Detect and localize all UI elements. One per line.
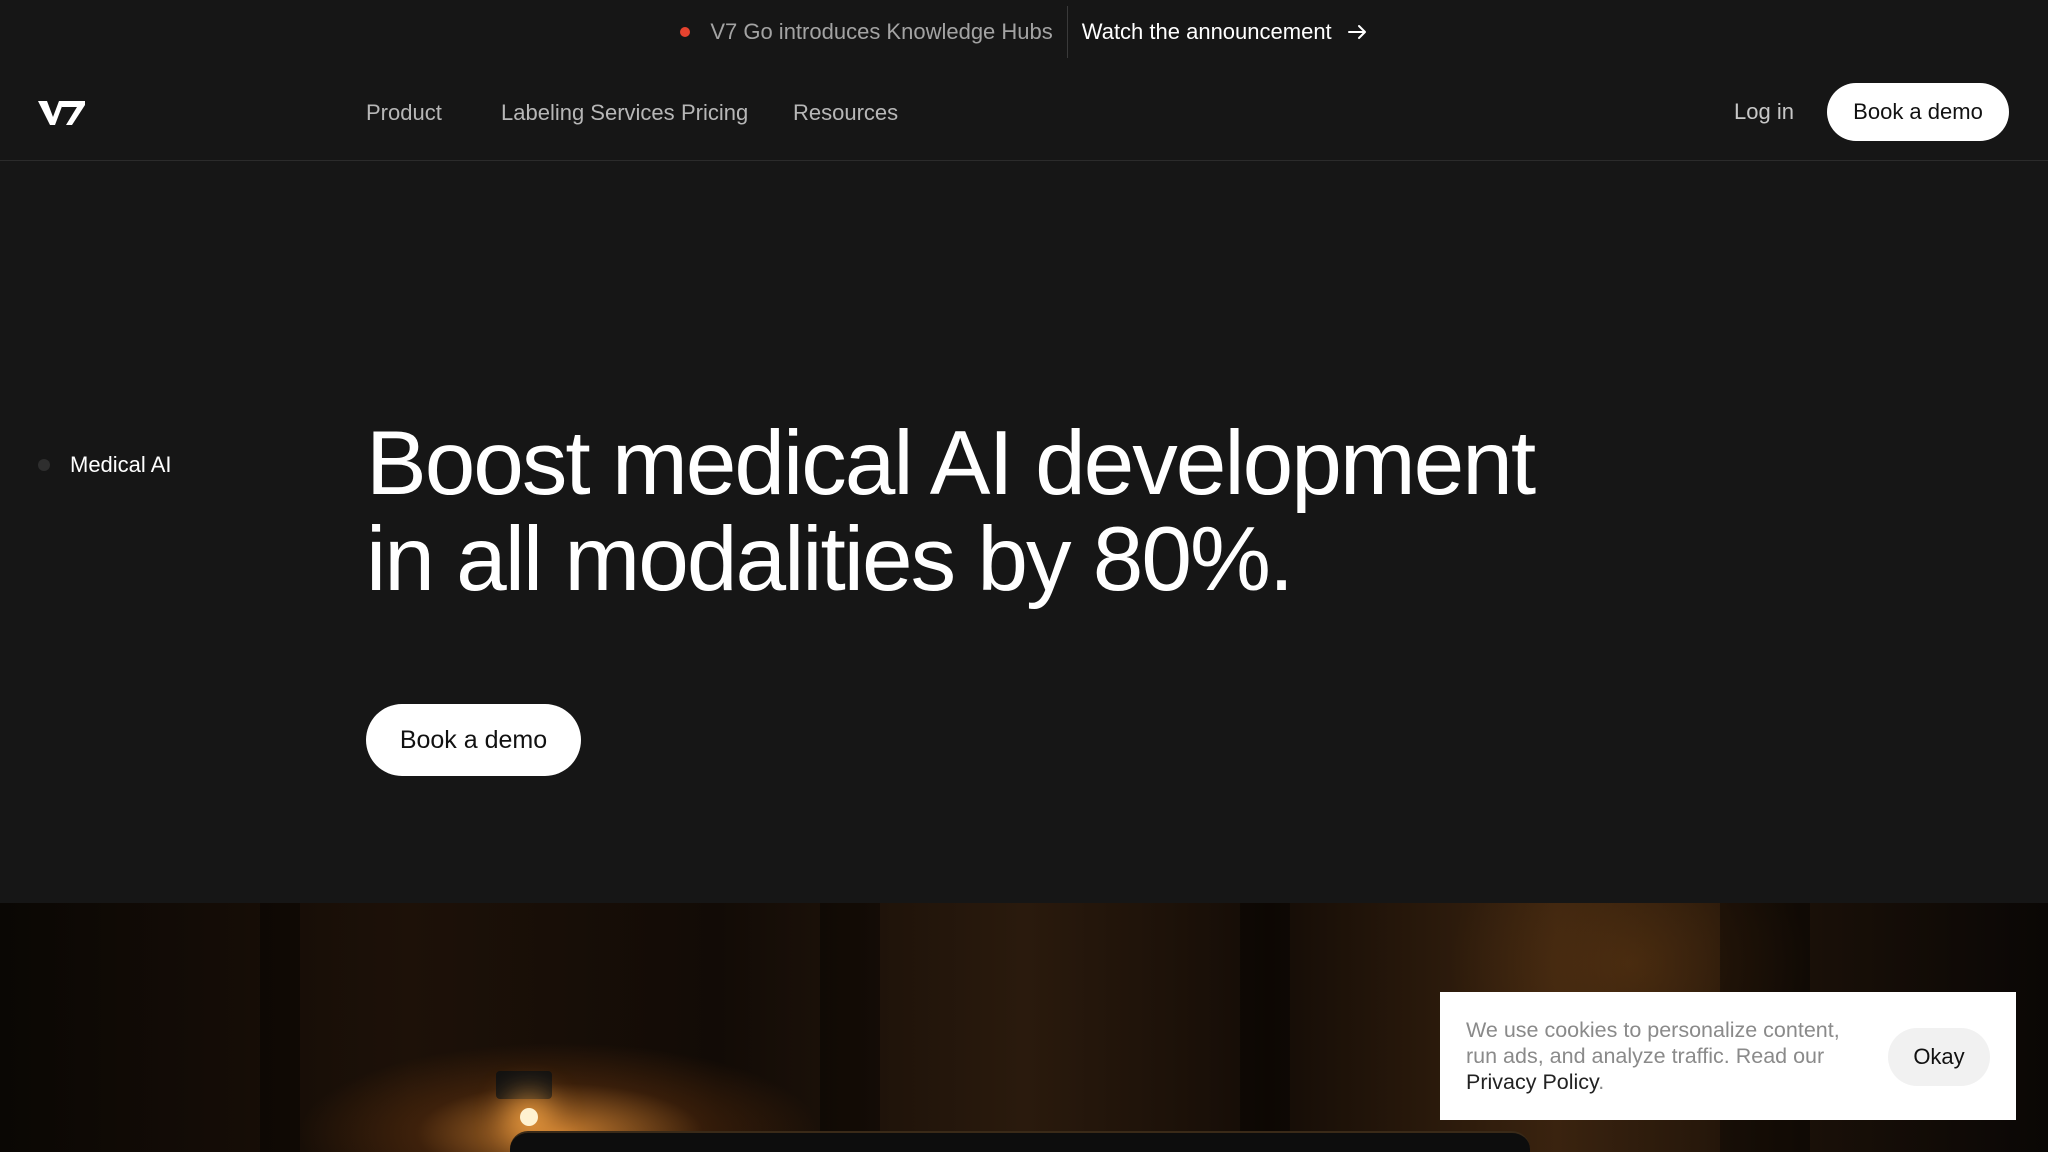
v7-logo[interactable] [38,98,86,128]
image-lamp [496,1071,552,1099]
cookie-okay-button[interactable]: Okay [1888,1028,1990,1086]
announcement-link-label: Watch the announcement [1081,19,1332,44]
book-demo-header-button[interactable]: Book a demo [1827,83,2009,141]
image-shadow-stripe [1240,903,1290,1152]
cookie-message-end: . [1598,1070,1605,1094]
nav-item-labeling-services[interactable]: Labeling Services [501,100,675,126]
announcement-link[interactable]: Watch the announcement [1082,19,1368,45]
cookie-text: We use cookies to personalize content, r… [1466,1017,1866,1095]
login-link[interactable]: Log in [1734,99,1794,125]
section-tag-label: Medical AI [70,452,172,477]
privacy-policy-link[interactable]: Privacy Policy [1466,1070,1598,1094]
cookie-message: We use cookies to personalize content, r… [1466,1018,1840,1068]
v7-logo-icon [38,101,85,125]
book-demo-hero-button[interactable]: Book a demo [366,704,581,776]
arrow-right-icon [1347,24,1368,40]
hero-headline-line1: Boost medical AI development [366,413,1536,514]
announcement-dot-icon [680,27,691,37]
announcement-text: V7 Go introduces Knowledge Hubs [710,19,1053,44]
image-light-glow [520,1108,538,1126]
nav-item-product[interactable]: Product [366,100,501,126]
site-header: Product Labeling Services Pricing Resour… [0,64,2048,161]
section-tag: Medical AI [38,452,172,478]
announcement-divider [1066,6,1068,58]
cookie-banner: We use cookies to personalize content, r… [1440,992,2016,1120]
announcement-bar: V7 Go introduces Knowledge Hubs Watch th… [0,0,2048,64]
tag-dot-icon [38,459,50,471]
main-nav: Product Labeling Services Pricing Resour… [366,64,898,161]
hero-headline: Boost medical AI development in all moda… [366,416,1716,608]
nav-item-resources[interactable]: Resources [793,100,898,126]
image-shadow-stripe [820,903,880,1152]
image-shadow-stripe [260,903,300,1152]
hero-headline-line2: in all modalities by 80%. [366,509,1294,610]
nav-item-pricing[interactable]: Pricing [681,100,793,126]
image-device [510,1131,1530,1152]
hero-section: Medical AI Boost medical AI development … [0,162,2048,903]
header-actions: Log in Book a demo [1734,83,2009,141]
